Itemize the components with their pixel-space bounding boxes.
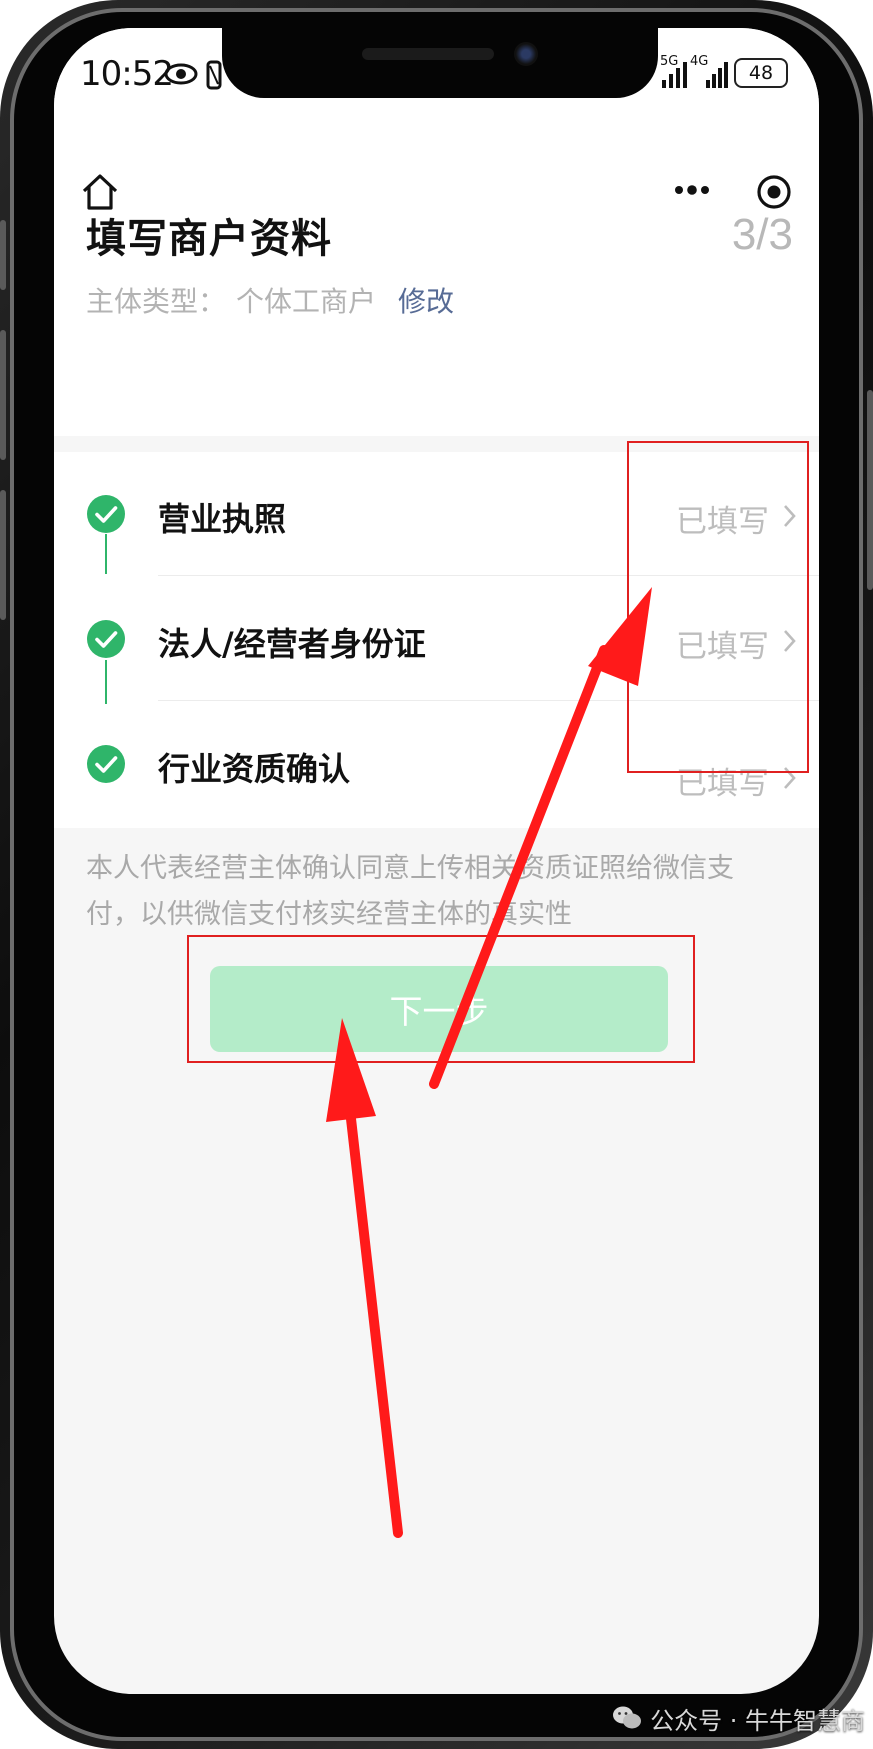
signal-icon bbox=[706, 62, 728, 88]
consent-text: 本人代表经营主体确认同意上传相关资质证照给微信支付，以供微信支付核实经营主体的真… bbox=[86, 853, 734, 930]
signal-icon bbox=[662, 62, 687, 88]
check-icon bbox=[87, 745, 125, 783]
battery-level: 48 bbox=[748, 62, 774, 84]
close-mini-program-icon[interactable] bbox=[756, 174, 792, 210]
check-icon bbox=[87, 620, 125, 658]
modify-link[interactable]: 修改 bbox=[398, 285, 454, 318]
highlight-status-column bbox=[627, 441, 809, 773]
side-button bbox=[0, 330, 6, 460]
wechat-icon bbox=[613, 1706, 642, 1729]
check-icon bbox=[87, 495, 125, 533]
subject-type-value: 个体工商户 bbox=[236, 285, 377, 318]
status-bar: 10:52 5G 4G 48 bbox=[54, 28, 819, 98]
front-camera bbox=[514, 42, 538, 66]
page-title: 填写商户资料 bbox=[86, 216, 332, 262]
battery-indicator: 48 bbox=[734, 58, 788, 88]
subject-type-label: 主体类型： bbox=[86, 285, 227, 318]
speaker bbox=[362, 48, 494, 60]
eye-icon bbox=[164, 63, 198, 85]
step-progress: 3/3 bbox=[731, 210, 793, 259]
more-icon[interactable] bbox=[674, 184, 710, 196]
side-button bbox=[0, 220, 6, 290]
notch bbox=[222, 28, 658, 98]
phone-screen: 10:52 5G 4G 48 填写商户资料 3/3 主体类型： 个体工商户 修改… bbox=[54, 28, 819, 1694]
highlight-next-button bbox=[187, 935, 695, 1063]
side-button bbox=[0, 490, 6, 620]
side-button bbox=[867, 390, 873, 590]
status-time: 10:52 bbox=[80, 54, 174, 94]
step-label: 营业执照 bbox=[158, 500, 287, 538]
page-header: 填写商户资料 3/3 主体类型： 个体工商户 修改 bbox=[54, 98, 819, 436]
watermark: 公众号 · 牛牛智慧商 bbox=[612, 1698, 865, 1738]
step-label: 行业资质确认 bbox=[158, 750, 351, 788]
watermark-text: 公众号 · 牛牛智慧商 bbox=[650, 1706, 865, 1735]
nfc-icon bbox=[206, 60, 222, 90]
step-label: 法人/经营者身份证 bbox=[158, 625, 426, 663]
subject-type-row: 主体类型： 个体工商户 修改 bbox=[86, 280, 454, 320]
